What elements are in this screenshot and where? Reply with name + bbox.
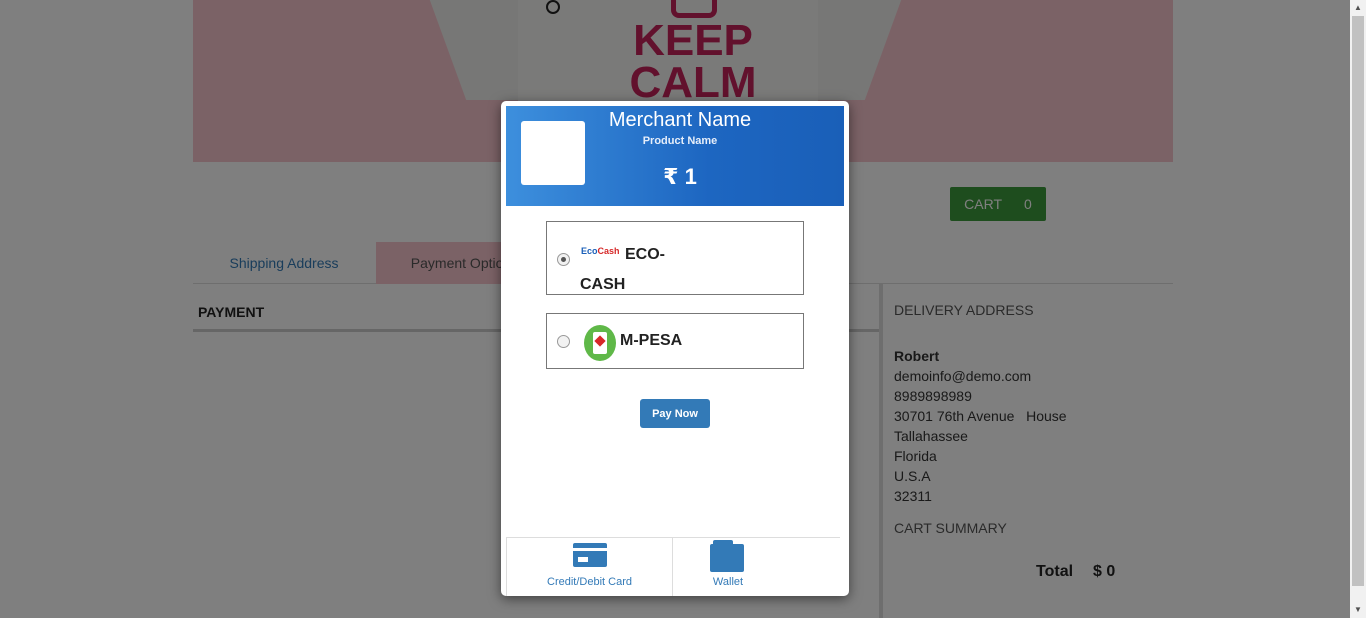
- mpesa-label: M-PESA: [620, 332, 683, 349]
- tab-credit-debit-card[interactable]: Credit/Debit Card: [506, 538, 673, 596]
- ecocash-radio[interactable]: [557, 253, 570, 266]
- credit-card-label: Credit/Debit Card: [547, 576, 632, 588]
- modal-header: Merchant Name Product Name ₹ 1: [506, 106, 844, 206]
- wallet-label: Wallet: [712, 576, 744, 588]
- option-ecocash[interactable]: ECO-CASH EcoCash: [546, 221, 804, 295]
- pay-now-button[interactable]: Pay Now: [640, 399, 710, 428]
- option-mpesa[interactable]: M-PESA: [546, 313, 804, 369]
- credit-card-icon: [573, 543, 607, 567]
- merchant-name: Merchant Name: [608, 109, 752, 131]
- payment-method-tabs: Credit/Debit Card Wallet: [506, 537, 840, 596]
- wallet-icon: [710, 540, 744, 572]
- mpesa-radio[interactable]: [557, 335, 570, 348]
- scroll-up-icon[interactable]: ▲: [1350, 0, 1366, 16]
- tab-wallet[interactable]: Wallet: [673, 538, 783, 596]
- product-name: Product Name: [642, 135, 718, 147]
- payment-modal: Merchant Name Product Name ₹ 1 ECO-CASH …: [501, 101, 849, 596]
- mpesa-logo-icon: [584, 325, 616, 361]
- page-scrollbar[interactable]: ▲ ▼: [1350, 0, 1366, 618]
- payment-amount: ₹ 1: [663, 164, 697, 189]
- ecocash-logo-icon: EcoCash: [581, 246, 620, 256]
- scrollbar-thumb[interactable]: [1352, 16, 1364, 586]
- scroll-down-icon[interactable]: ▼: [1350, 602, 1366, 618]
- merchant-logo: [521, 121, 585, 185]
